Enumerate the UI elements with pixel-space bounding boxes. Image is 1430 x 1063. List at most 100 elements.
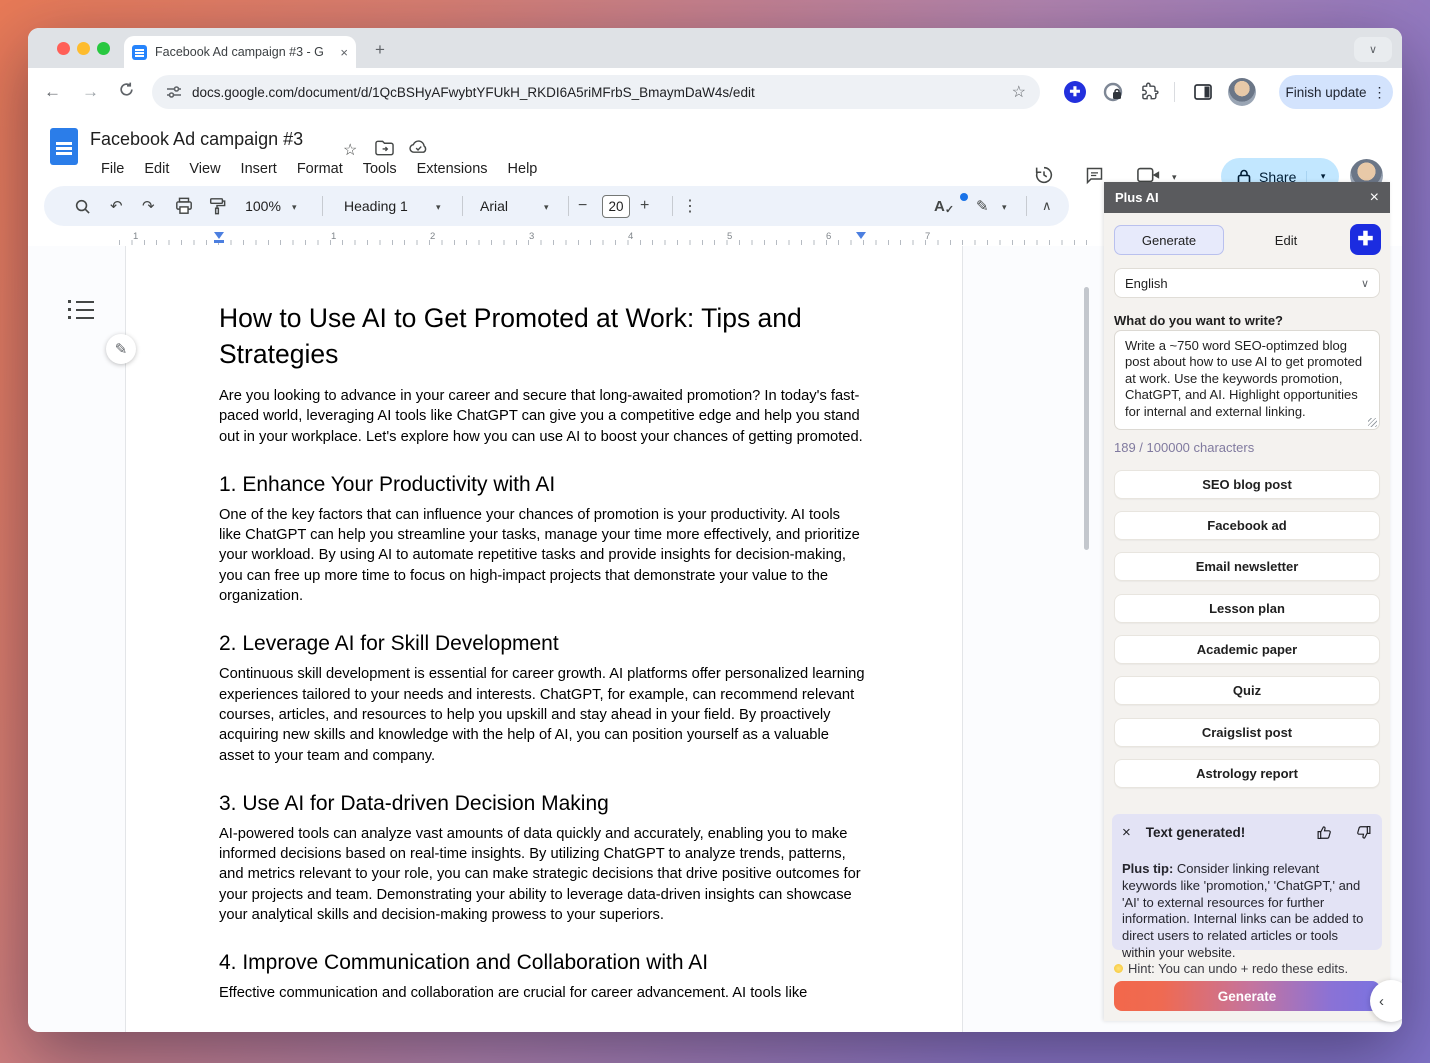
bookmark-star-icon[interactable]: ☆ bbox=[1012, 82, 1026, 102]
search-menus-icon[interactable] bbox=[74, 186, 91, 226]
site-settings-icon[interactable] bbox=[166, 84, 182, 100]
menu-help[interactable]: Help bbox=[499, 158, 547, 180]
template-astrology-report[interactable]: Astrology report bbox=[1114, 759, 1380, 788]
font-size-input[interactable]: 20 bbox=[602, 195, 630, 218]
browser-tab[interactable]: Facebook Ad campaign #3 - G × bbox=[124, 36, 356, 68]
font-caret-icon[interactable]: ▾ bbox=[544, 202, 549, 213]
zoom-caret-icon[interactable]: ▾ bbox=[292, 202, 297, 213]
document-content[interactable]: How to Use AI to Get Promoted at Work: T… bbox=[219, 300, 865, 1004]
plusai-extension-icon[interactable]: ✚ bbox=[1063, 80, 1087, 104]
ruler-number: 5 bbox=[727, 231, 732, 242]
browser-window: Facebook Ad campaign #3 - G × + ∨ ← → do… bbox=[28, 28, 1402, 1032]
horizontal-ruler[interactable]: 1 1 2 3 4 5 6 7 bbox=[44, 230, 1090, 246]
extensions-puzzle-icon[interactable] bbox=[1138, 80, 1162, 104]
editing-mode-caret-icon[interactable]: ▾ bbox=[1002, 202, 1007, 213]
traffic-zoom-button[interactable] bbox=[97, 42, 110, 55]
side-panel-icon[interactable] bbox=[1191, 80, 1215, 104]
menu-file[interactable]: File bbox=[92, 158, 133, 180]
hide-menus-icon[interactable]: ∧ bbox=[1042, 186, 1052, 226]
style-caret-icon[interactable]: ▾ bbox=[436, 202, 441, 213]
redo-icon[interactable]: ↷ bbox=[142, 186, 155, 226]
more-tools-icon[interactable]: ⋮ bbox=[682, 186, 698, 226]
template-craigslist-post[interactable]: Craigslist post bbox=[1114, 718, 1380, 747]
template-seo-blog-post[interactable]: SEO blog post bbox=[1114, 470, 1380, 499]
password-extension-icon[interactable] bbox=[1101, 80, 1125, 104]
move-folder-icon[interactable] bbox=[375, 140, 394, 156]
tab-search-button[interactable]: ∨ bbox=[1354, 37, 1392, 62]
menu-format[interactable]: Format bbox=[288, 158, 352, 180]
ruler-number: 4 bbox=[628, 231, 633, 242]
right-indent-marker[interactable] bbox=[856, 232, 866, 239]
star-document-icon[interactable]: ☆ bbox=[343, 140, 357, 160]
left-margin-marker[interactable] bbox=[214, 240, 224, 243]
menu-extensions[interactable]: Extensions bbox=[408, 158, 497, 180]
address-bar[interactable]: docs.google.com/document/d/1QcBSHyAFwybt… bbox=[152, 75, 1040, 109]
menu-bar: File Edit View Insert Format Tools Exten… bbox=[92, 158, 546, 180]
tab-generate[interactable]: Generate bbox=[1114, 225, 1224, 255]
template-academic-paper[interactable]: Academic paper bbox=[1114, 635, 1380, 664]
tab-edit[interactable]: Edit bbox=[1234, 225, 1338, 255]
menu-insert[interactable]: Insert bbox=[232, 158, 286, 180]
plusai-close-icon[interactable]: × bbox=[1370, 189, 1379, 207]
tab-strip: Facebook Ad campaign #3 - G × + ∨ bbox=[28, 28, 1402, 68]
zoom-select[interactable]: 100% bbox=[240, 186, 286, 226]
spellcheck-icon[interactable]: A✓ bbox=[934, 186, 954, 226]
toolbar-separator bbox=[672, 196, 673, 216]
thumbs-up-icon[interactable] bbox=[1316, 824, 1333, 841]
language-select[interactable]: English ∨ bbox=[1114, 268, 1380, 298]
cloud-saved-icon[interactable] bbox=[408, 140, 429, 155]
reload-icon[interactable] bbox=[118, 81, 135, 98]
help-me-write-button[interactable]: ✎ bbox=[106, 334, 136, 364]
plusai-sidebar: Plus AI × Generate Edit ✚ English ∨ What… bbox=[1104, 182, 1390, 1021]
plusai-header: Plus AI × bbox=[1104, 182, 1390, 213]
menu-tools[interactable]: Tools bbox=[354, 158, 406, 180]
font-select[interactable]: Arial bbox=[480, 186, 530, 226]
text-generated-notification: × Text generated! Plus tip: Consider lin… bbox=[1112, 814, 1382, 950]
new-tab-button[interactable]: + bbox=[375, 40, 385, 60]
paint-format-icon[interactable] bbox=[208, 186, 226, 226]
finish-update-button[interactable]: Finish update ⋮ bbox=[1279, 75, 1393, 109]
char-counter: 189 / 100000 characters bbox=[1114, 440, 1254, 455]
prompt-textarea[interactable]: Write a ~750 word SEO-optimzed blog post… bbox=[1114, 330, 1380, 430]
ruler-number: 6 bbox=[826, 231, 831, 242]
document-title[interactable]: Facebook Ad campaign #3 bbox=[90, 129, 303, 150]
traffic-minimize-button[interactable] bbox=[77, 42, 90, 55]
forward-icon[interactable]: → bbox=[82, 81, 99, 103]
generate-button[interactable]: Generate bbox=[1114, 981, 1380, 1011]
template-email-newsletter[interactable]: Email newsletter bbox=[1114, 552, 1380, 581]
prompt-label: What do you want to write? bbox=[1114, 313, 1283, 328]
decrease-font-icon[interactable]: − bbox=[578, 186, 587, 226]
thumbs-down-icon[interactable] bbox=[1355, 824, 1372, 841]
ruler-number: 7 bbox=[925, 231, 930, 242]
print-icon[interactable] bbox=[175, 186, 193, 226]
document-outline-icon[interactable] bbox=[68, 300, 94, 322]
google-docs-logo[interactable] bbox=[50, 128, 78, 165]
increase-font-icon[interactable]: + bbox=[640, 186, 649, 226]
hint-text: Hint: You can undo + redo these edits. bbox=[1128, 961, 1348, 976]
share-dropdown-icon[interactable]: ▾ bbox=[1306, 171, 1339, 182]
back-icon[interactable]: ← bbox=[44, 81, 61, 103]
notification-dot bbox=[960, 193, 968, 201]
tab-close-icon[interactable]: × bbox=[340, 46, 348, 59]
editing-mode-icon[interactable]: ✎ bbox=[976, 186, 989, 226]
resize-handle[interactable] bbox=[1368, 418, 1377, 427]
template-facebook-ad[interactable]: Facebook ad bbox=[1114, 511, 1380, 540]
paragraph-style-select[interactable]: Heading 1 bbox=[344, 186, 424, 226]
undo-icon[interactable]: ↶ bbox=[110, 186, 123, 226]
chevron-left-icon: ‹ bbox=[1379, 993, 1384, 1010]
toolbar-separator bbox=[462, 196, 463, 216]
menu-view[interactable]: View bbox=[180, 158, 229, 180]
browser-profile-avatar[interactable] bbox=[1228, 78, 1256, 106]
hint-row: Hint: You can undo + redo these edits. bbox=[1114, 961, 1348, 976]
finish-update-menu-icon[interactable]: ⋮ bbox=[1373, 84, 1387, 101]
notification-close-icon[interactable]: × bbox=[1122, 824, 1131, 841]
traffic-close-button[interactable] bbox=[57, 42, 70, 55]
menu-edit[interactable]: Edit bbox=[135, 158, 178, 180]
template-quiz[interactable]: Quiz bbox=[1114, 676, 1380, 705]
plusai-title: Plus AI bbox=[1115, 190, 1159, 205]
template-lesson-plan[interactable]: Lesson plan bbox=[1114, 594, 1380, 623]
document-scrollbar[interactable] bbox=[1084, 287, 1089, 550]
left-indent-marker[interactable] bbox=[214, 232, 224, 239]
toolbar-divider bbox=[1174, 82, 1175, 102]
doc-section-body: One of the key factors that can influenc… bbox=[219, 505, 865, 606]
